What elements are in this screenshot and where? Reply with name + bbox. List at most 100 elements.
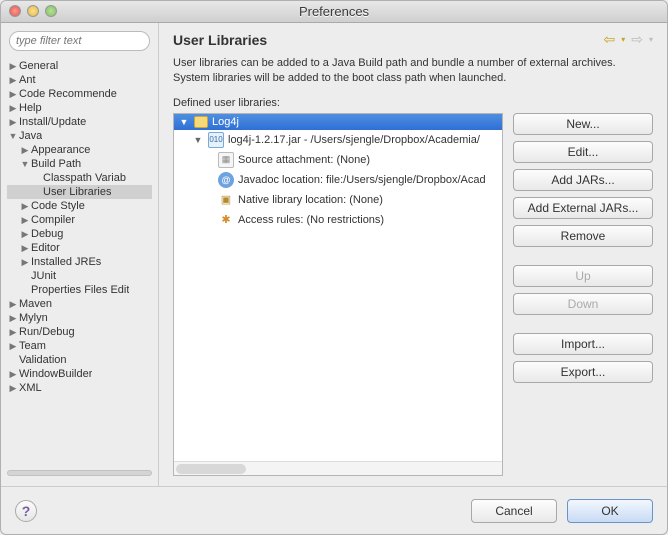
disclosure-icon[interactable]: ▶ [19,243,31,254]
tree-item[interactable]: ▶Installed JREs [7,255,152,269]
content: User Libraries ⇦ ▾ ⇨ ▾ User libraries can … [159,23,667,486]
tree-item[interactable]: ▶WindowBuilder [7,367,152,381]
tree-item[interactable]: ▶Install/Update [7,115,152,129]
disclosure-icon[interactable]: ▶ [19,257,31,268]
tree-item[interactable]: ▶Run/Debug [7,325,152,339]
disclosure-icon[interactable]: ▶ [7,383,19,394]
tree-item-label: WindowBuilder [19,368,92,380]
disclosure-icon[interactable]: ▶ [7,89,19,100]
tree-item-label: Appearance [31,144,90,156]
new-button[interactable]: New... [513,113,653,135]
disclosure-icon[interactable]: ▶ [7,61,19,72]
up-button[interactable]: Up [513,265,653,287]
disclosure-icon[interactable]: ▶ [19,201,31,212]
tree-item-label: Debug [31,228,63,240]
heading-row: User Libraries ⇦ ▾ ⇨ ▾ [159,23,667,52]
footer: ? Cancel OK [1,486,667,534]
disclosure-icon[interactable]: ▼ [178,117,190,127]
library-root[interactable]: ▼ Log4j [174,114,502,130]
tree-item-label: Editor [31,242,60,254]
ok-button[interactable]: OK [567,499,653,523]
filter-input[interactable] [9,31,150,51]
libraries-list[interactable]: ▼ Log4j ▼ 010 log4j-1.2.17.jar - /Users/… [173,113,503,476]
tree-item[interactable]: ▶Code Recommende [7,87,152,101]
disclosure-icon[interactable]: ▶ [7,369,19,380]
tree-item[interactable]: ▶Maven [7,297,152,311]
source-attachment-row[interactable]: ▦ Source attachment: (None) [174,150,502,170]
libraries-hscroll[interactable] [174,461,502,475]
edit-button[interactable]: Edit... [513,141,653,163]
disclosure-icon[interactable]: ▶ [7,313,19,324]
native-row[interactable]: ▣ Native library location: (None) [174,190,502,210]
disclosure-icon[interactable]: ▼ [19,159,31,169]
tree-item[interactable]: ▶Mylyn [7,311,152,325]
sidebar: ▶General▶Ant▶Code Recommende▶Help▶Instal… [1,23,159,486]
import-button[interactable]: Import... [513,333,653,355]
sidebar-scrollbar[interactable] [1,460,158,486]
javadoc-row[interactable]: @ Javadoc location: file:/Users/sjengle/… [174,170,502,190]
tree-item-label: General [19,60,58,72]
preferences-tree[interactable]: ▶General▶Ant▶Code Recommende▶Help▶Instal… [1,59,158,460]
tree-item[interactable]: ▶XML [7,381,152,395]
jar-row[interactable]: ▼ 010 log4j-1.2.17.jar - /Users/sjengle/… [174,130,502,150]
minimize-icon[interactable] [27,5,39,17]
tree-item[interactable]: Properties Files Edit [7,283,152,297]
back-menu-icon[interactable]: ▾ [621,35,625,44]
disclosure-icon[interactable]: ▶ [19,145,31,156]
disclosure-icon[interactable]: ▶ [19,215,31,226]
tree-item[interactable]: ▶Compiler [7,213,152,227]
tree-item[interactable]: Validation [7,353,152,367]
tree-item-label: User Libraries [43,186,111,198]
disclosure-icon[interactable]: ▶ [19,229,31,240]
close-icon[interactable] [9,5,21,17]
tree-item[interactable]: ▼Build Path [7,157,152,171]
cancel-button[interactable]: Cancel [471,499,557,523]
disclosure-icon[interactable]: ▼ [7,131,19,141]
nav-history: ⇦ ▾ ⇨ ▾ [604,31,654,48]
jar-icon: 010 [208,132,224,148]
disclosure-icon[interactable]: ▶ [7,75,19,86]
disclosure-icon[interactable]: ▶ [7,327,19,338]
page-title: User Libraries [173,32,604,48]
tree-item[interactable]: ▶Help [7,101,152,115]
disclosure-icon[interactable]: ▶ [7,103,19,114]
tree-item[interactable]: User Libraries [7,185,152,199]
forward-icon[interactable]: ⇨ [631,31,643,48]
tree-item[interactable]: ▼Java [7,129,152,143]
titlebar: Preferences [1,1,667,23]
tree-item[interactable]: ▶General [7,59,152,73]
access-row[interactable]: ✱ Access rules: (No restrictions) [174,210,502,230]
tree-item[interactable]: ▶Ant [7,73,152,87]
disclosure-icon[interactable]: ▶ [7,341,19,352]
window-title: Preferences [299,4,369,19]
down-button[interactable]: Down [513,293,653,315]
remove-button[interactable]: Remove [513,225,653,247]
disclosure-icon[interactable]: ▼ [192,135,204,145]
tree-item[interactable]: Classpath Variab [7,171,152,185]
tree-item[interactable]: JUnit [7,269,152,283]
disclosure-icon[interactable]: ▶ [7,299,19,310]
jar-label: log4j-1.2.17.jar - /Users/sjengle/Dropbo… [228,134,480,146]
back-icon[interactable]: ⇦ [604,31,616,48]
tree-item[interactable]: ▶Team [7,339,152,353]
add-jars-button[interactable]: Add JARs... [513,169,653,191]
forward-menu-icon[interactable]: ▾ [649,35,653,44]
help-icon[interactable]: ? [15,500,37,522]
tree-item[interactable]: ▶Editor [7,241,152,255]
tree-item-label: Code Recommende [19,88,117,100]
javadoc-icon: @ [218,172,234,188]
page-description: User libraries can be added to a Java Bu… [159,52,667,97]
tree-item-label: Run/Debug [19,326,75,338]
access-label: Access rules: (No restrictions) [238,214,384,226]
tree-item[interactable]: ▶Code Style [7,199,152,213]
javadoc-label: Javadoc location: file:/Users/sjengle/Dr… [238,174,486,186]
tree-item-label: Team [19,340,46,352]
export-button[interactable]: Export... [513,361,653,383]
disclosure-icon[interactable]: ▶ [7,117,19,128]
tree-item[interactable]: ▶Appearance [7,143,152,157]
tree-item-label: XML [19,382,42,394]
tree-item[interactable]: ▶Debug [7,227,152,241]
zoom-icon[interactable] [45,5,57,17]
tree-item-label: Compiler [31,214,75,226]
add-external-jars-button[interactable]: Add External JARs... [513,197,653,219]
